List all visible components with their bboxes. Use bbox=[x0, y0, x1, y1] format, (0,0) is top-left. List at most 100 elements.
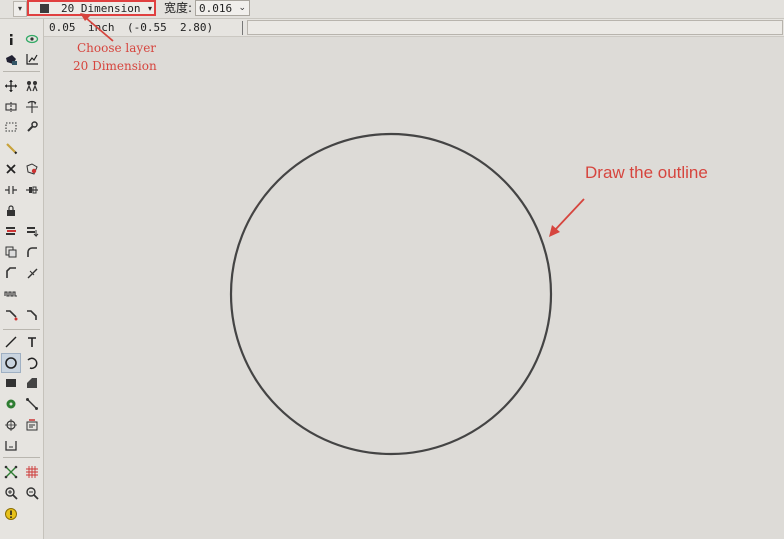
rotate-icon bbox=[26, 100, 38, 113]
polygon-tool[interactable] bbox=[23, 374, 41, 392]
split-icon bbox=[5, 186, 17, 194]
lock-tool[interactable] bbox=[2, 202, 20, 220]
miter-icon bbox=[6, 267, 16, 278]
ripup-tool[interactable] bbox=[23, 306, 41, 324]
dimension-tool[interactable] bbox=[2, 436, 20, 454]
arc-tool[interactable] bbox=[23, 354, 41, 372]
layer-select-value: 20 Dimension bbox=[61, 2, 141, 15]
drawing-canvas[interactable] bbox=[44, 37, 784, 539]
paste-icon bbox=[26, 163, 38, 175]
toolbar-separator bbox=[3, 457, 40, 458]
line-tool[interactable] bbox=[2, 333, 20, 351]
layer-select[interactable]: 20 Dimension ▾ bbox=[27, 0, 156, 16]
width-label: 宽度: bbox=[164, 1, 193, 15]
wave-icon bbox=[4, 291, 17, 297]
draw-outline-note: Draw the outline bbox=[585, 163, 708, 182]
via-tool[interactable] bbox=[2, 395, 20, 413]
wrench-icon bbox=[27, 121, 38, 132]
fillet-tool[interactable] bbox=[23, 243, 41, 261]
coordinate-divider bbox=[242, 21, 243, 35]
group-tool[interactable] bbox=[23, 77, 41, 95]
plot-tool[interactable] bbox=[23, 50, 41, 68]
toolbar-menu-button[interactable]: ▾ bbox=[13, 1, 27, 17]
info-tool[interactable] bbox=[2, 30, 20, 48]
eye-icon bbox=[25, 34, 39, 44]
copy-tool[interactable] bbox=[2, 243, 20, 261]
signal-tool[interactable] bbox=[23, 395, 41, 413]
layer-stack-tool[interactable] bbox=[2, 222, 20, 240]
copy-icon bbox=[5, 246, 17, 258]
circle-icon bbox=[5, 357, 17, 369]
toolbar-separator bbox=[3, 329, 40, 330]
attribute-tool[interactable] bbox=[23, 416, 41, 434]
text-icon bbox=[28, 337, 36, 347]
rectangle-tool[interactable] bbox=[2, 374, 20, 392]
mark-icon bbox=[6, 55, 17, 65]
select-rect-tool[interactable] bbox=[2, 118, 20, 136]
delete-icon bbox=[6, 164, 16, 174]
join-tool[interactable] bbox=[23, 181, 41, 199]
route-tool[interactable] bbox=[2, 306, 20, 324]
choose-layer-note: Choose layer bbox=[77, 41, 157, 55]
via-icon bbox=[6, 399, 16, 409]
join-icon bbox=[26, 186, 38, 194]
dimension-icon bbox=[5, 441, 17, 451]
layer-down-tool[interactable] bbox=[23, 222, 41, 240]
move-tool[interactable] bbox=[2, 77, 20, 95]
text-tool[interactable] bbox=[23, 333, 41, 351]
board-outline-circle bbox=[229, 132, 553, 456]
circle-tool[interactable] bbox=[1, 353, 21, 373]
grid-tool[interactable] bbox=[23, 463, 41, 481]
width-select-value: 0.016 bbox=[199, 2, 233, 15]
drawing-surface bbox=[229, 132, 553, 456]
cut-icon bbox=[27, 268, 38, 279]
pen-tool[interactable] bbox=[2, 139, 20, 157]
grid-size: 0.05 bbox=[49, 21, 76, 34]
unit-label: inch bbox=[88, 21, 115, 34]
meander-tool[interactable] bbox=[2, 285, 20, 303]
choose-layer-note-value: 20 Dimension bbox=[73, 59, 157, 73]
pen-icon bbox=[6, 143, 18, 155]
line-icon bbox=[5, 336, 17, 348]
polygon-icon bbox=[27, 378, 37, 388]
mark-tool[interactable] bbox=[2, 50, 20, 68]
rotate-tool[interactable] bbox=[23, 98, 41, 116]
zoom-out-tool[interactable] bbox=[23, 484, 41, 502]
lock-icon bbox=[7, 205, 15, 216]
attribute-icon bbox=[26, 419, 38, 431]
cut-tool[interactable] bbox=[23, 264, 41, 282]
change-tool[interactable] bbox=[23, 118, 41, 136]
zoom-in-icon bbox=[5, 487, 18, 500]
top-toolbar: ▾ 20 Dimension ▾ 宽度: 0.016 ⌄ bbox=[0, 0, 784, 19]
drc-icon bbox=[5, 508, 17, 520]
chevron-down-icon: ⌄ bbox=[238, 3, 246, 13]
split-tool[interactable] bbox=[2, 181, 20, 199]
zoom-out-icon bbox=[26, 487, 39, 500]
hole-icon bbox=[5, 419, 17, 431]
plot-icon bbox=[26, 54, 38, 65]
cursor-position: (-0.55 2.80) bbox=[127, 21, 214, 34]
group-icon bbox=[26, 81, 38, 92]
delete-tool[interactable] bbox=[2, 160, 20, 178]
ratsnest-icon bbox=[4, 465, 18, 479]
info-icon bbox=[10, 34, 13, 45]
ripup-icon bbox=[27, 310, 37, 320]
show-tool[interactable] bbox=[23, 30, 41, 48]
drc-tool[interactable] bbox=[2, 505, 20, 523]
rectangle-icon bbox=[6, 379, 16, 387]
hole-tool[interactable] bbox=[2, 416, 20, 434]
layer-color-swatch bbox=[40, 4, 49, 13]
fillet-icon bbox=[27, 247, 37, 257]
mirror-icon bbox=[5, 102, 17, 112]
layer-stack-icon bbox=[6, 227, 16, 235]
miter-tool[interactable] bbox=[2, 264, 20, 282]
route-icon bbox=[6, 310, 18, 321]
chevron-down-icon: ▾ bbox=[147, 4, 152, 13]
width-select[interactable]: 0.016 ⌄ bbox=[195, 0, 250, 16]
command-line-input[interactable] bbox=[247, 20, 783, 35]
ratsnest-tool[interactable] bbox=[2, 463, 20, 481]
paste-tool[interactable] bbox=[23, 160, 41, 178]
tool-sidebar bbox=[0, 19, 44, 539]
zoom-in-tool[interactable] bbox=[2, 484, 20, 502]
mirror-tool[interactable] bbox=[2, 98, 20, 116]
